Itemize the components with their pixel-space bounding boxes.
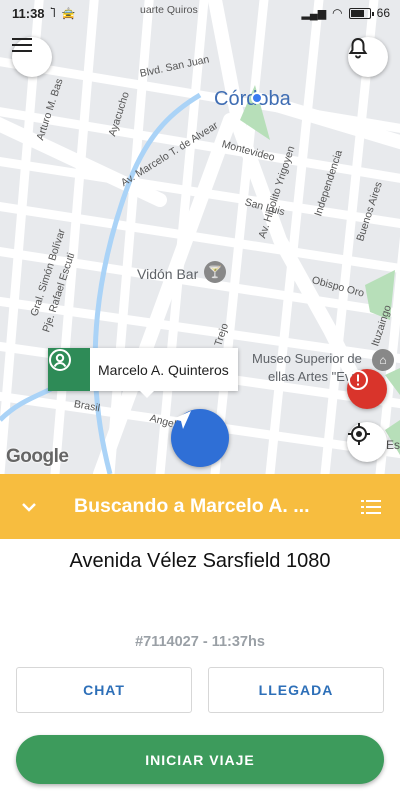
navigation-arrow-icon [173,411,191,429]
notifications-button[interactable] [348,37,388,77]
navigate-button[interactable] [171,409,229,467]
signal-icon: ▂▄▆ [301,7,327,20]
bell-icon [348,37,368,59]
trip-info: #7114027 - 11:37hs [135,634,265,650]
pickup-address: Avenida Vélez Sarsfield 1080 [69,550,331,572]
screen: Córdoba Vidón Bar 🍸 Museo Superior de el… [0,0,400,800]
poi-vidon-bar[interactable]: Vidón Bar [137,266,198,282]
chevron-down-icon [22,502,36,512]
driver-marker-name: Marcelo A. Quinteros [98,361,229,378]
status-time: 11:38 [12,5,45,21]
battery-icon [348,7,374,19]
car-icon: 🚖 [61,7,76,20]
menu-icon [12,38,32,52]
list-button[interactable] [342,499,400,515]
usb-icon: Ⴈ [50,7,56,20]
my-location-icon [348,423,370,445]
alert-button[interactable] [347,369,387,409]
list-icon [361,499,381,514]
battery-level: 66 [376,6,390,20]
alert-icon [348,370,368,390]
arrival-button[interactable]: LLEGADA [208,667,384,713]
my-location-button[interactable] [347,422,387,462]
bar-icon: 🍸 [204,261,226,283]
collapse-button[interactable] [0,502,58,512]
menu-button[interactable] [12,37,52,77]
wifi-icon: ◠ [332,6,343,20]
google-attribution: Google [6,446,69,467]
street-label: Es [386,438,400,452]
map-view[interactable]: Córdoba Vidón Bar 🍸 Museo Superior de el… [0,0,400,474]
status-banner: Buscando a Marcelo A. ... [0,474,400,539]
city-pin-icon [251,92,263,104]
start-trip-button[interactable]: INICIAR VIAJE [16,735,384,784]
museum-icon: ⌂ [372,349,394,371]
status-bar: 11:38 Ⴈ 🚖 ▂▄▆ ◠ 66 [0,0,400,26]
person-icon [48,348,90,391]
chat-button[interactable]: CHAT [16,667,192,713]
banner-title: Buscando a Marcelo A. ... [74,495,310,517]
driver-marker[interactable]: Marcelo A. Quinteros [48,348,238,398]
poi-museum-line1[interactable]: Museo Superior de [252,351,362,366]
